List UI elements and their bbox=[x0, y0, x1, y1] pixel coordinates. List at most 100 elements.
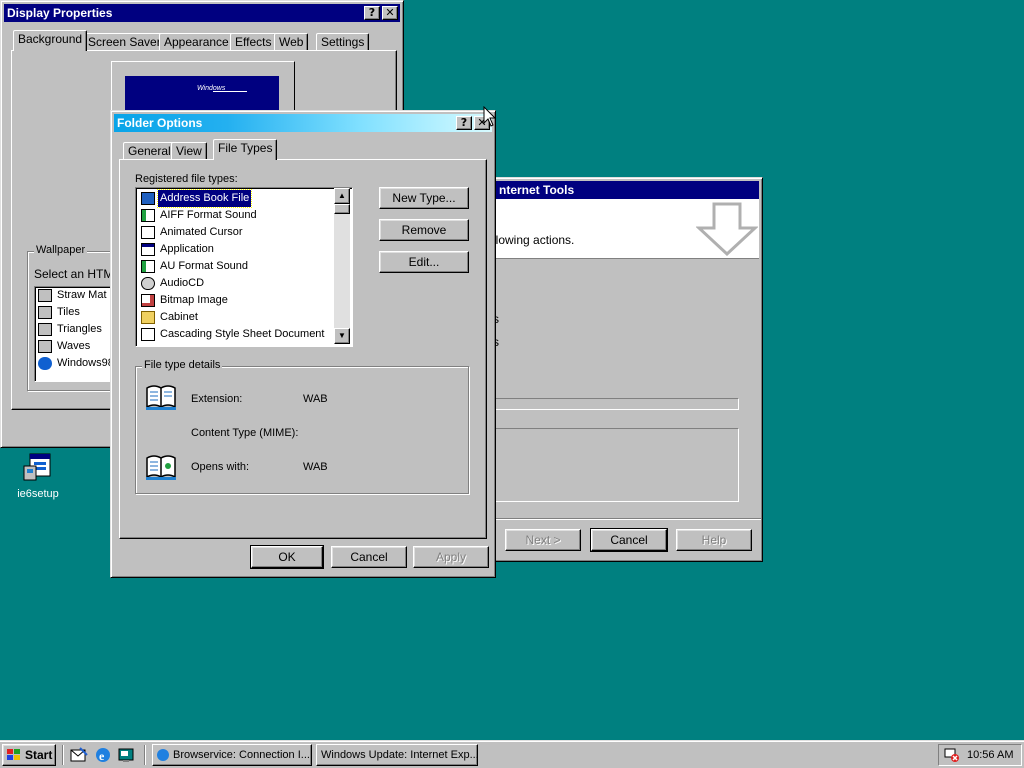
wizard-separator bbox=[491, 518, 761, 520]
next-button[interactable]: Next > bbox=[505, 529, 581, 551]
css-document-icon bbox=[141, 328, 155, 341]
task-button-browservice[interactable]: Browservice: Connection I... bbox=[152, 744, 312, 766]
window-title: Display Properties bbox=[7, 6, 113, 20]
scroll-up-button[interactable]: ▲ bbox=[334, 188, 350, 204]
tab-appearance[interactable]: Appearance bbox=[159, 33, 234, 51]
outlook-express-icon[interactable] bbox=[70, 747, 88, 763]
ok-button[interactable]: OK bbox=[250, 545, 324, 569]
remove-button[interactable]: Remove bbox=[379, 219, 469, 241]
details-group-title: File type details bbox=[142, 359, 223, 371]
down-arrow-icon bbox=[696, 202, 758, 256]
wallpaper-list[interactable]: Straw Mat Tiles Triangles Waves Windows9… bbox=[34, 286, 114, 382]
sound-file-icon bbox=[141, 260, 155, 273]
list-item[interactable]: Application bbox=[138, 241, 334, 258]
list-item-label: Animated Cursor bbox=[160, 226, 243, 238]
wallpaper-file-icon bbox=[38, 289, 52, 302]
cd-icon bbox=[141, 277, 155, 290]
opens-with-value: WAB bbox=[303, 461, 328, 473]
list-item-label: AU Format Sound bbox=[160, 260, 249, 272]
new-type-button[interactable]: New Type... bbox=[379, 187, 469, 209]
extension-value: WAB bbox=[303, 393, 328, 405]
list-item[interactable]: Straw Mat bbox=[35, 287, 113, 304]
content-type-label: Content Type (MIME): bbox=[191, 427, 299, 439]
progress-bar bbox=[491, 398, 739, 410]
list-item[interactable]: AudioCD bbox=[138, 275, 334, 292]
select-html-label: Select an HTML bbox=[34, 267, 121, 281]
svg-text:e: e bbox=[99, 749, 105, 763]
list-item[interactable]: Windows98 bbox=[35, 355, 113, 372]
close-button[interactable]: ✕ bbox=[382, 6, 398, 20]
list-item[interactable]: Address Book File bbox=[138, 189, 334, 208]
list-item[interactable]: Cabinet bbox=[138, 309, 334, 326]
start-button[interactable]: Start bbox=[2, 744, 56, 766]
list-item[interactable]: Tiles bbox=[35, 304, 113, 321]
tab-effects[interactable]: Effects bbox=[230, 33, 277, 51]
list-item[interactable]: Bitmap Image bbox=[138, 292, 334, 309]
cancel-button[interactable]: Cancel bbox=[590, 528, 668, 552]
list-item[interactable]: Cascading Style Sheet Document bbox=[138, 326, 334, 343]
desktop-icon-label: ie6setup bbox=[17, 488, 59, 500]
wallpaper-file-icon bbox=[38, 340, 52, 353]
network-status-icon[interactable] bbox=[944, 747, 960, 763]
list-item[interactable]: Triangles bbox=[35, 321, 113, 338]
internet-explorer-icon bbox=[157, 749, 169, 761]
tab-web[interactable]: Web bbox=[274, 33, 309, 51]
clock: 10:56 AM bbox=[967, 749, 1014, 761]
list-item[interactable]: Waves bbox=[35, 338, 113, 355]
list-item-label: Bitmap Image bbox=[160, 294, 228, 306]
list-item-label: Cascading Style Sheet Document bbox=[160, 328, 325, 340]
tab-view[interactable]: View bbox=[171, 142, 207, 160]
html-file-icon bbox=[38, 357, 52, 370]
details-box bbox=[491, 428, 739, 502]
edit-button[interactable]: Edit... bbox=[379, 251, 469, 273]
windows-logo-icon bbox=[7, 749, 20, 760]
show-desktop-icon[interactable] bbox=[118, 746, 136, 764]
extension-label: Extension: bbox=[191, 393, 243, 405]
taskbar-separator bbox=[144, 745, 146, 765]
list-item-label: AIFF Format Sound bbox=[160, 209, 257, 221]
help-button[interactable]: ? bbox=[456, 116, 472, 130]
wallpaper-file-icon bbox=[38, 323, 52, 336]
internet-explorer-icon[interactable]: e bbox=[94, 746, 112, 764]
desktop-icon-ie6setup[interactable]: ie6setup bbox=[10, 452, 66, 504]
setup-program-icon bbox=[23, 453, 51, 481]
window-title: Folder Options bbox=[117, 116, 203, 130]
bitmap-icon bbox=[141, 294, 155, 307]
opens-with-label: Opens with: bbox=[191, 461, 250, 473]
tab-general[interactable]: General bbox=[123, 142, 176, 160]
list-item-label: Cabinet bbox=[160, 311, 198, 323]
scroll-down-button[interactable]: ▼ bbox=[334, 328, 350, 344]
cancel-button[interactable]: Cancel bbox=[331, 546, 407, 568]
cursor-file-icon bbox=[141, 226, 155, 239]
file-types-list[interactable]: Address Book File AIFF Format Sound Animat… bbox=[135, 187, 353, 347]
help-button[interactable]: ? bbox=[364, 6, 380, 20]
tab-file-types[interactable]: File Types bbox=[213, 139, 278, 160]
list-item[interactable]: Animated Cursor bbox=[138, 224, 334, 241]
registered-types-label: Registered file types: bbox=[135, 173, 238, 185]
wallpaper-file-icon bbox=[38, 306, 52, 319]
scroll-thumb[interactable] bbox=[334, 204, 350, 214]
preview-line bbox=[213, 91, 247, 92]
taskbar: Start e Browservice: Connection I... Win… bbox=[0, 740, 1024, 768]
file-type-details-group: File type details bbox=[135, 359, 469, 494]
tab-settings[interactable]: Settings bbox=[316, 33, 370, 51]
tab-background[interactable]: Background bbox=[13, 30, 88, 51]
help-button[interactable]: Help bbox=[676, 529, 752, 551]
taskbar-separator bbox=[62, 745, 64, 765]
folder-options-titlebar[interactable]: Folder Options ? ✕ bbox=[114, 114, 492, 132]
tab-screen-saver[interactable]: Screen Saver bbox=[83, 33, 166, 51]
address-book-large-icon bbox=[146, 385, 176, 410]
task-button-windows-update[interactable]: Windows Update: Internet Exp... bbox=[316, 744, 478, 766]
wallpaper-group-title: Wallpaper bbox=[34, 244, 88, 256]
cabinet-folder-icon bbox=[141, 311, 155, 324]
vertical-scrollbar[interactable]: ▲ ▼ bbox=[334, 188, 350, 344]
application-icon bbox=[141, 243, 155, 256]
list-item-label: Application bbox=[160, 243, 214, 255]
list-item-label: AudioCD bbox=[160, 277, 205, 289]
list-item[interactable]: AU Format Sound bbox=[138, 258, 334, 275]
list-item[interactable]: AIFF Format Sound bbox=[138, 207, 334, 224]
wizard-instructions: llowing actions. bbox=[493, 233, 575, 247]
folder-options-window[interactable]: Folder Options ? ✕ General View File Typ… bbox=[110, 110, 496, 578]
apply-button[interactable]: Apply bbox=[413, 546, 489, 568]
display-properties-titlebar[interactable]: Display Properties ? ✕ bbox=[4, 4, 400, 22]
